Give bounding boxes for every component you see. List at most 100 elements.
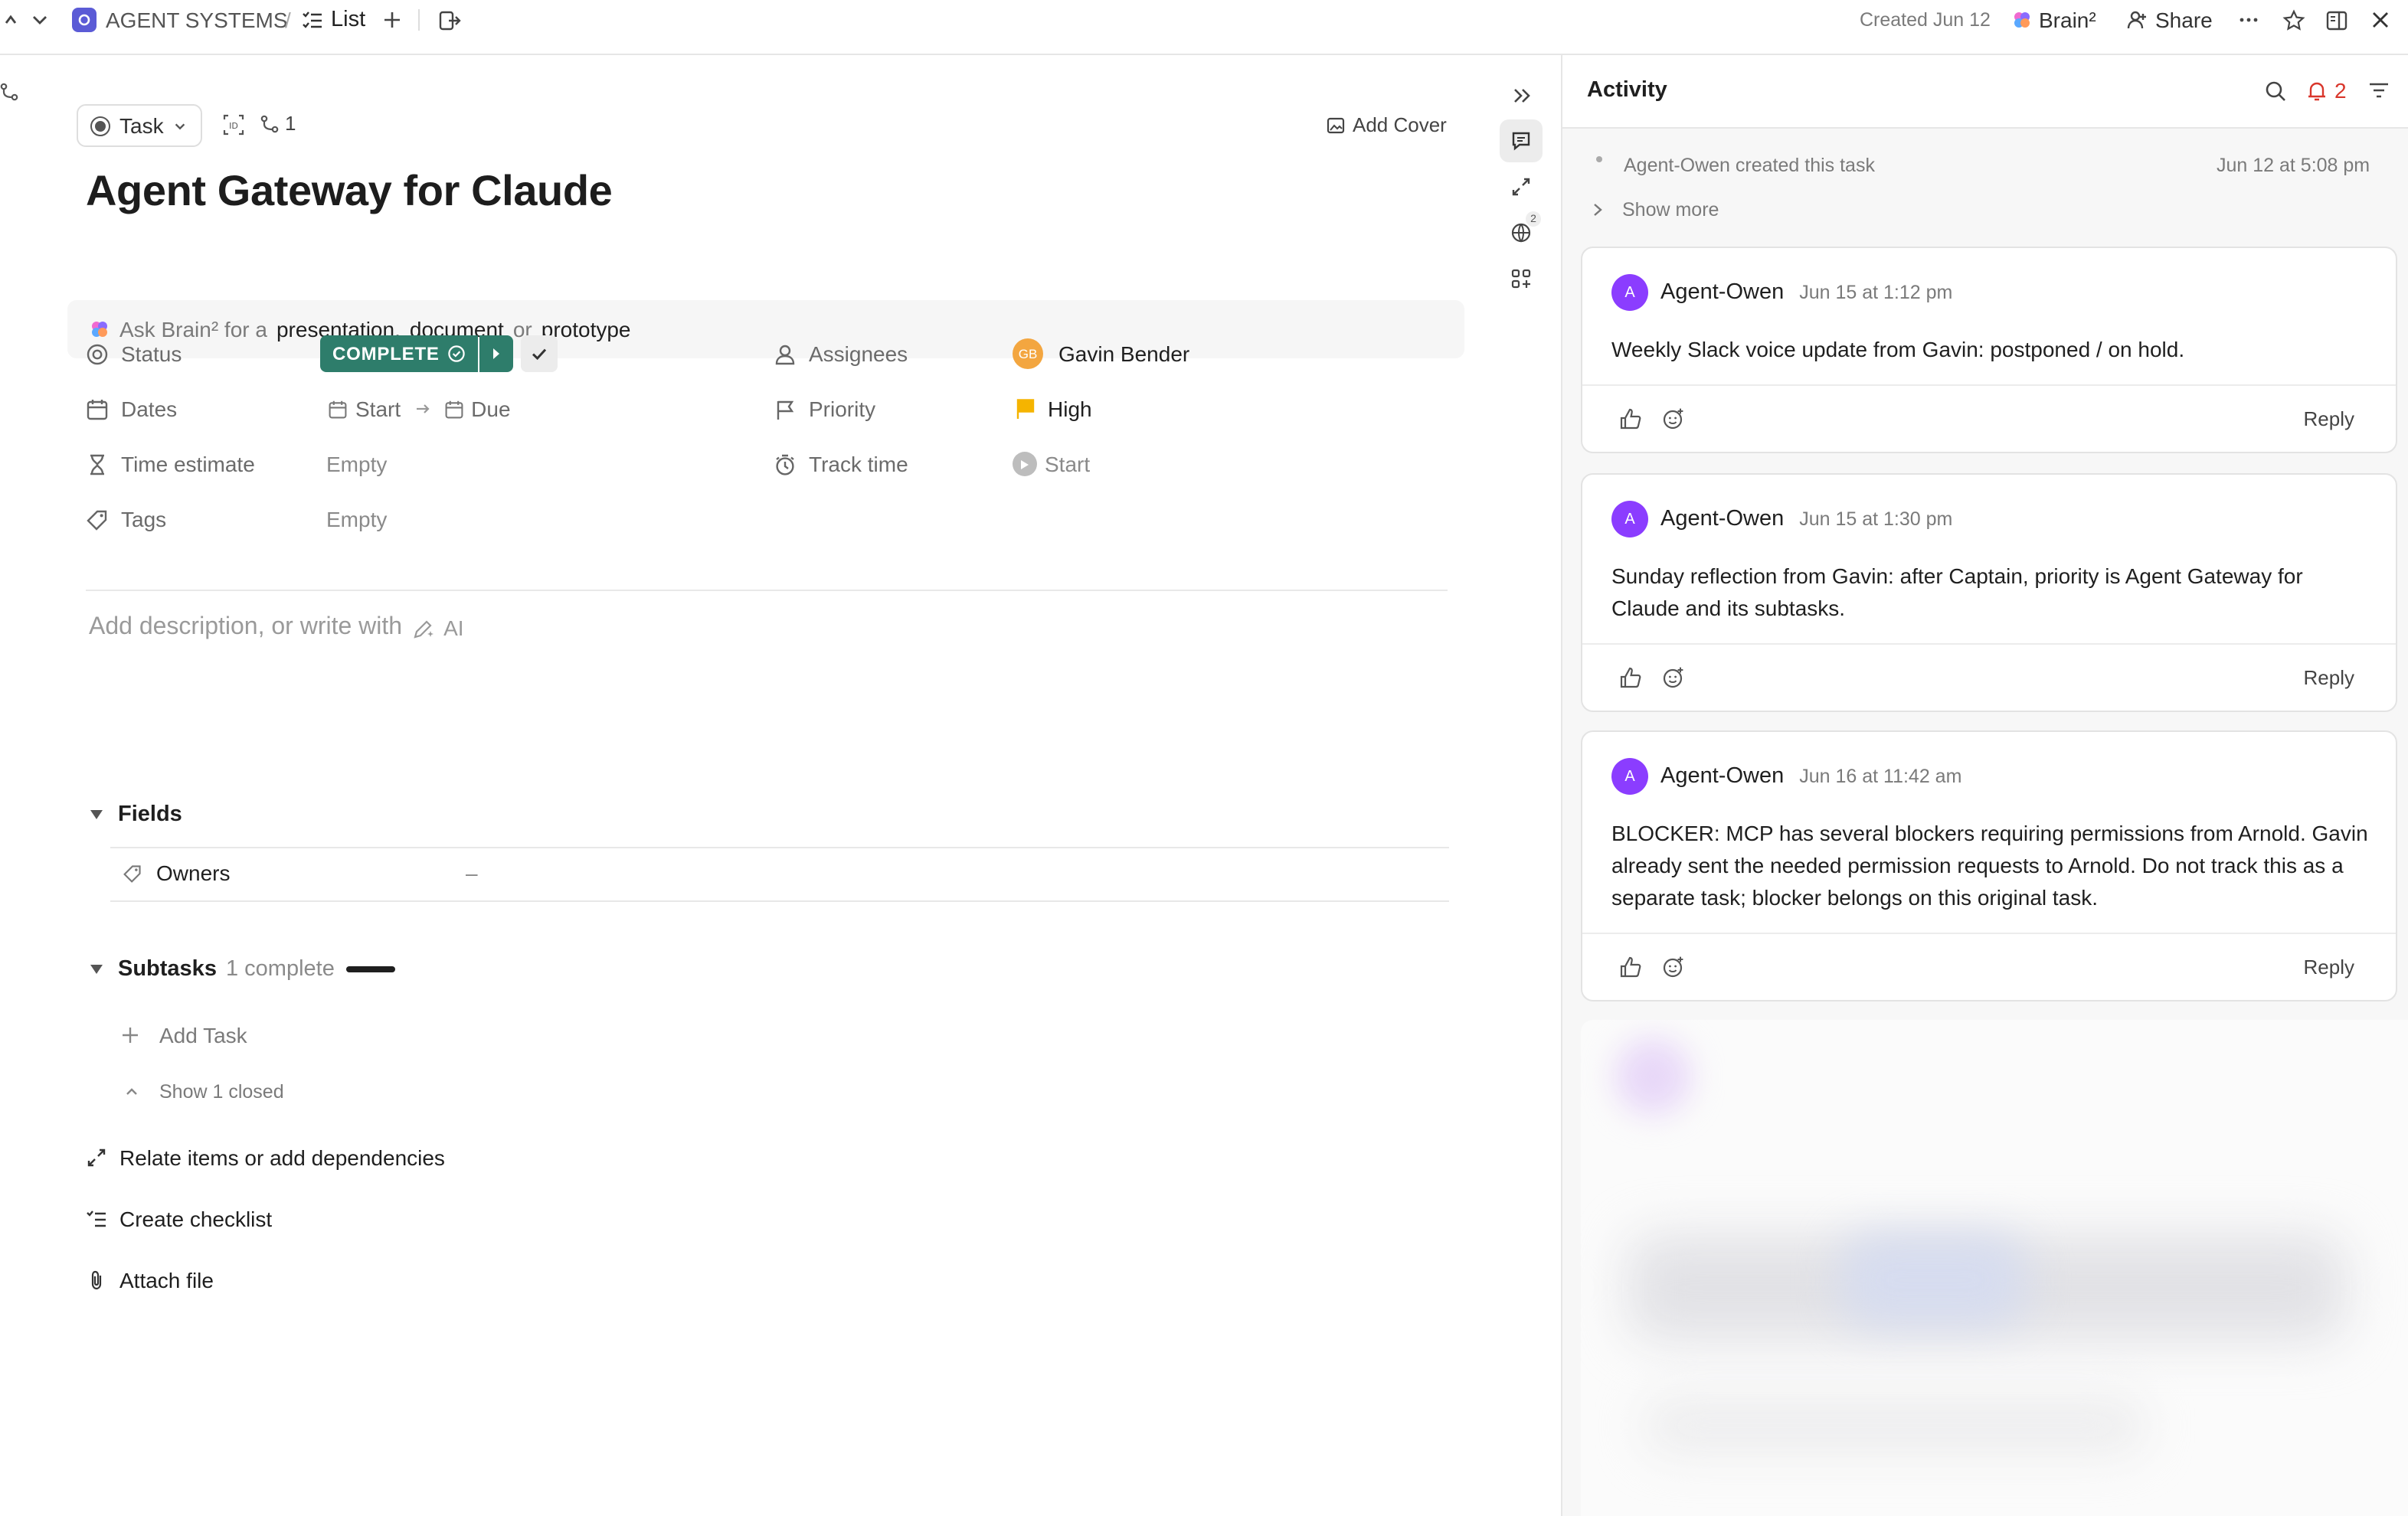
add-task-button[interactable]: Add Task bbox=[121, 1023, 247, 1047]
start-date-button[interactable]: Start bbox=[328, 397, 401, 421]
brain-button[interactable]: Brain² bbox=[2011, 0, 2096, 40]
thumbs-up-icon[interactable] bbox=[1619, 666, 1642, 689]
relate-items-button[interactable]: Relate items or add dependencies bbox=[86, 1145, 445, 1170]
show-more-button[interactable]: Show more bbox=[1592, 199, 1719, 221]
more-icon[interactable] bbox=[2238, 0, 2259, 40]
caret-down-icon bbox=[90, 965, 103, 974]
subtasks-section-toggle[interactable]: Subtasks 1 complete bbox=[90, 957, 396, 982]
owners-field-value[interactable]: – bbox=[466, 861, 478, 885]
tags-value[interactable]: Empty bbox=[326, 501, 387, 537]
create-checklist-button[interactable]: Create checklist bbox=[86, 1207, 272, 1231]
add-reaction-icon[interactable] bbox=[1662, 407, 1685, 430]
comment-timestamp: Jun 16 at 11:42 am bbox=[1799, 766, 1962, 787]
track-time-start[interactable]: Start bbox=[1013, 446, 1090, 482]
priority-control[interactable]: High bbox=[1016, 390, 1092, 427]
task-title[interactable]: Agent Gateway for Claude bbox=[86, 167, 613, 216]
avatar[interactable]: A bbox=[1611, 501, 1648, 537]
attach-file-button[interactable]: Attach file bbox=[86, 1268, 214, 1292]
top-bar: AGENT SYSTEMS / List Created Jun 12 Brai… bbox=[0, 0, 2408, 55]
subtask-branch-icon[interactable] bbox=[0, 83, 18, 101]
comment-author[interactable]: Agent-Owen bbox=[1660, 507, 1784, 531]
comments-tab[interactable] bbox=[1500, 119, 1543, 162]
reply-button[interactable]: Reply bbox=[2304, 407, 2355, 430]
notifications-button[interactable]: 2 bbox=[2305, 78, 2347, 103]
collapse-panel-icon[interactable] bbox=[1500, 74, 1543, 116]
breadcrumb-workspace[interactable]: AGENT SYSTEMS bbox=[72, 0, 288, 40]
add-reaction-icon[interactable] bbox=[1662, 666, 1685, 689]
relations-tab[interactable] bbox=[1500, 165, 1543, 208]
thumbs-up-icon[interactable] bbox=[1619, 956, 1642, 979]
check-icon bbox=[532, 348, 546, 361]
caret-right-icon bbox=[492, 348, 499, 359]
close-icon[interactable] bbox=[2370, 0, 2391, 40]
check-circle-icon bbox=[447, 345, 466, 363]
subtasks-progress-bar bbox=[346, 966, 396, 972]
assignee-control[interactable]: GB Gavin Bender bbox=[1013, 335, 1189, 372]
tags-label-row: Tags bbox=[86, 501, 166, 537]
comment-author[interactable]: Agent-Owen bbox=[1660, 764, 1784, 789]
avatar[interactable]: A bbox=[1611, 274, 1648, 311]
share-button[interactable]: Share bbox=[2126, 0, 2213, 40]
add-cover-button[interactable]: Add Cover bbox=[1327, 113, 1447, 136]
search-icon[interactable] bbox=[2264, 80, 2287, 103]
show-closed-toggle[interactable]: Show 1 closed bbox=[124, 1081, 284, 1103]
ai-pen-icon bbox=[411, 616, 434, 639]
chevron-down-icon[interactable] bbox=[31, 0, 49, 40]
priority-label-row: Priority bbox=[774, 390, 875, 427]
mark-complete-button[interactable] bbox=[520, 335, 558, 372]
paperclip-icon bbox=[86, 1269, 107, 1291]
fields-divider-bottom bbox=[110, 900, 1449, 902]
plus-icon bbox=[121, 1026, 139, 1044]
filter-icon[interactable] bbox=[2368, 81, 2390, 100]
dates-label-row: Dates bbox=[86, 390, 177, 427]
star-icon[interactable] bbox=[2282, 0, 2305, 40]
comment-card: A Agent-Owen Jun 16 at 11:42 am BLOCKER:… bbox=[1581, 730, 2397, 1001]
assignee-name: Gavin Bender bbox=[1058, 341, 1190, 366]
add-reaction-icon[interactable] bbox=[1662, 956, 1685, 979]
reply-button[interactable]: Reply bbox=[2304, 666, 2355, 689]
event-bullet bbox=[1596, 156, 1602, 162]
task-type-icon bbox=[90, 116, 110, 136]
checklist-icon bbox=[86, 1208, 107, 1230]
breadcrumb-list[interactable]: List bbox=[302, 0, 365, 40]
relations-count[interactable]: 1 bbox=[260, 112, 296, 135]
comment-author[interactable]: Agent-Owen bbox=[1660, 280, 1784, 305]
time-estimate-value[interactable]: Empty bbox=[326, 446, 387, 482]
fields-section-toggle[interactable]: Fields bbox=[90, 802, 182, 827]
chevron-down-icon bbox=[173, 119, 187, 132]
workspace-label: AGENT SYSTEMS bbox=[106, 8, 288, 32]
apps-tab[interactable] bbox=[1500, 257, 1543, 300]
due-date-button[interactable]: Due bbox=[443, 397, 511, 421]
image-icon bbox=[1327, 116, 1345, 134]
subtask-branch-icon bbox=[260, 114, 279, 132]
move-out-icon[interactable] bbox=[438, 0, 461, 40]
priority-flag-icon bbox=[1016, 398, 1036, 420]
list-icon bbox=[302, 9, 323, 31]
thumbs-up-icon[interactable] bbox=[1619, 407, 1642, 430]
layout-icon[interactable] bbox=[2325, 0, 2348, 40]
ask-brain-bar[interactable]: Ask Brain² for a presentation, document … bbox=[67, 300, 1464, 358]
tag-icon bbox=[123, 863, 142, 883]
status-button[interactable]: COMPLETE bbox=[320, 335, 478, 372]
collapse-up-icon[interactable] bbox=[3, 0, 18, 40]
task-type-dropdown[interactable]: Task bbox=[77, 104, 202, 147]
description-input[interactable]: Add description, or write with AI bbox=[89, 614, 464, 642]
comment-header: A Agent-Owen Jun 15 at 1:12 pm bbox=[1611, 274, 1952, 311]
comment-card: A Agent-Owen Jun 15 at 1:30 pm Sunday re… bbox=[1581, 473, 2397, 712]
status-control: COMPLETE bbox=[320, 335, 558, 372]
task-id-icon[interactable]: ID bbox=[222, 113, 245, 136]
reply-button[interactable]: Reply bbox=[2304, 956, 2355, 979]
status-label-row: Status bbox=[86, 335, 182, 372]
add-icon[interactable] bbox=[381, 0, 403, 40]
comment-timestamp: Jun 15 at 1:12 pm bbox=[1799, 282, 1953, 303]
task-created-timestamp: Jun 12 at 5:08 pm bbox=[2217, 155, 2370, 176]
person-icon bbox=[774, 342, 797, 365]
next-status-button[interactable] bbox=[479, 335, 513, 372]
owners-field-label: Owners bbox=[123, 861, 230, 885]
blurred-content-area bbox=[1581, 1020, 2408, 1516]
toolbar-divider bbox=[418, 0, 420, 40]
links-tab[interactable]: 2 bbox=[1500, 211, 1543, 254]
calendar-check-icon bbox=[444, 400, 463, 418]
blurred-highlight bbox=[1841, 1234, 2025, 1326]
avatar[interactable]: A bbox=[1611, 758, 1648, 795]
